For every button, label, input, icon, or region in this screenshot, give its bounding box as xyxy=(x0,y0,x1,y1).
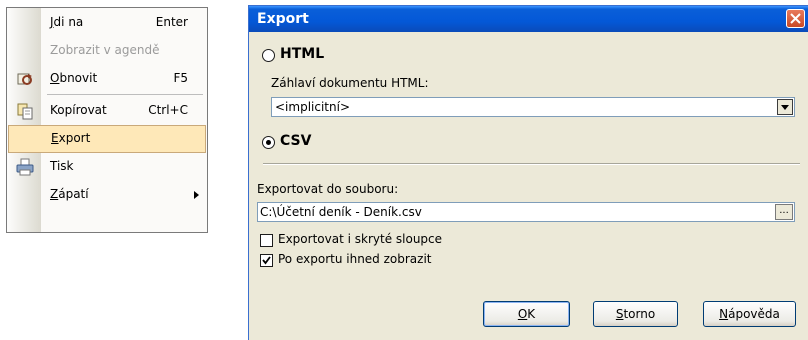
dialog-titlebar[interactable]: Export xyxy=(249,6,808,32)
export-dialog: Export HTML Záhlaví dokumentu HTML: <imp… xyxy=(248,5,808,340)
cancel-button[interactable]: Storno xyxy=(593,301,678,327)
menu-item-shortcut: Ctrl+C xyxy=(148,103,188,117)
menu-item-shortcut: Enter xyxy=(155,15,188,29)
dropdown-button[interactable] xyxy=(777,99,793,115)
menu-item-jdi-na[interactable]: Jdi na Enter xyxy=(8,9,206,37)
show-after-checkbox[interactable] xyxy=(260,254,273,267)
ok-button[interactable]: OK xyxy=(483,301,570,327)
html-radio[interactable] xyxy=(262,49,275,62)
csv-radio-label: CSV xyxy=(280,133,312,149)
menu-item-tisk[interactable]: Tisk xyxy=(8,153,206,181)
menu-item-label: Jdi na xyxy=(50,15,84,29)
header-select[interactable]: <implicitní> xyxy=(271,97,795,117)
export-hidden-checkbox[interactable] xyxy=(260,234,273,247)
menu-item-label: Export xyxy=(51,131,91,145)
menu-item-zobrazit-v-agende[interactable]: Zobrazit v agendě xyxy=(8,37,206,65)
menu-separator xyxy=(47,94,203,95)
header-label: Záhlaví dokumentu HTML: xyxy=(271,76,429,90)
menu-item-obnovit[interactable]: Obnovit F5 xyxy=(8,65,206,93)
file-path-input[interactable]: C:\Účetní deník - Deník.csv ... xyxy=(257,202,795,222)
copy-icon xyxy=(16,102,34,120)
csv-radio[interactable] xyxy=(262,136,275,149)
show-after-label: Po exportu ihned zobrazit xyxy=(278,252,432,266)
divider xyxy=(263,163,800,165)
menu-item-label: Zobrazit v agendě xyxy=(50,43,160,57)
printer-icon xyxy=(16,158,34,176)
menu-item-label: Zápatí xyxy=(50,187,89,201)
menu-item-kopirovat[interactable]: Kopírovat Ctrl+C xyxy=(8,97,206,125)
dialog-title: Export xyxy=(257,11,309,27)
help-button[interactable]: Nápověda xyxy=(703,301,796,327)
menu-item-export[interactable]: Export xyxy=(8,125,206,153)
file-path-value: C:\Účetní deník - Deník.csv xyxy=(260,205,422,219)
menu-item-shortcut: F5 xyxy=(173,71,188,85)
menu-item-label: Tisk xyxy=(50,159,74,173)
menu-item-label: Obnovit xyxy=(50,71,98,85)
html-radio-label: HTML xyxy=(280,46,325,62)
close-button[interactable] xyxy=(786,9,805,28)
close-icon xyxy=(790,13,801,24)
header-select-value: <implicitní> xyxy=(275,100,350,114)
export-to-label: Exportovat do souboru: xyxy=(257,182,399,196)
export-hidden-label: Exportovat i skryté sloupce xyxy=(278,232,443,246)
menu-item-label: Kopírovat xyxy=(50,103,107,117)
check-icon xyxy=(262,256,271,265)
submenu-arrow-icon xyxy=(194,191,199,199)
refresh-icon xyxy=(16,70,34,88)
menu-item-zapati[interactable]: Zápatí xyxy=(8,181,206,209)
browse-button[interactable]: ... xyxy=(775,204,793,220)
context-menu: Jdi na Enter Zobrazit v agendě Obnovit F… xyxy=(6,7,208,233)
